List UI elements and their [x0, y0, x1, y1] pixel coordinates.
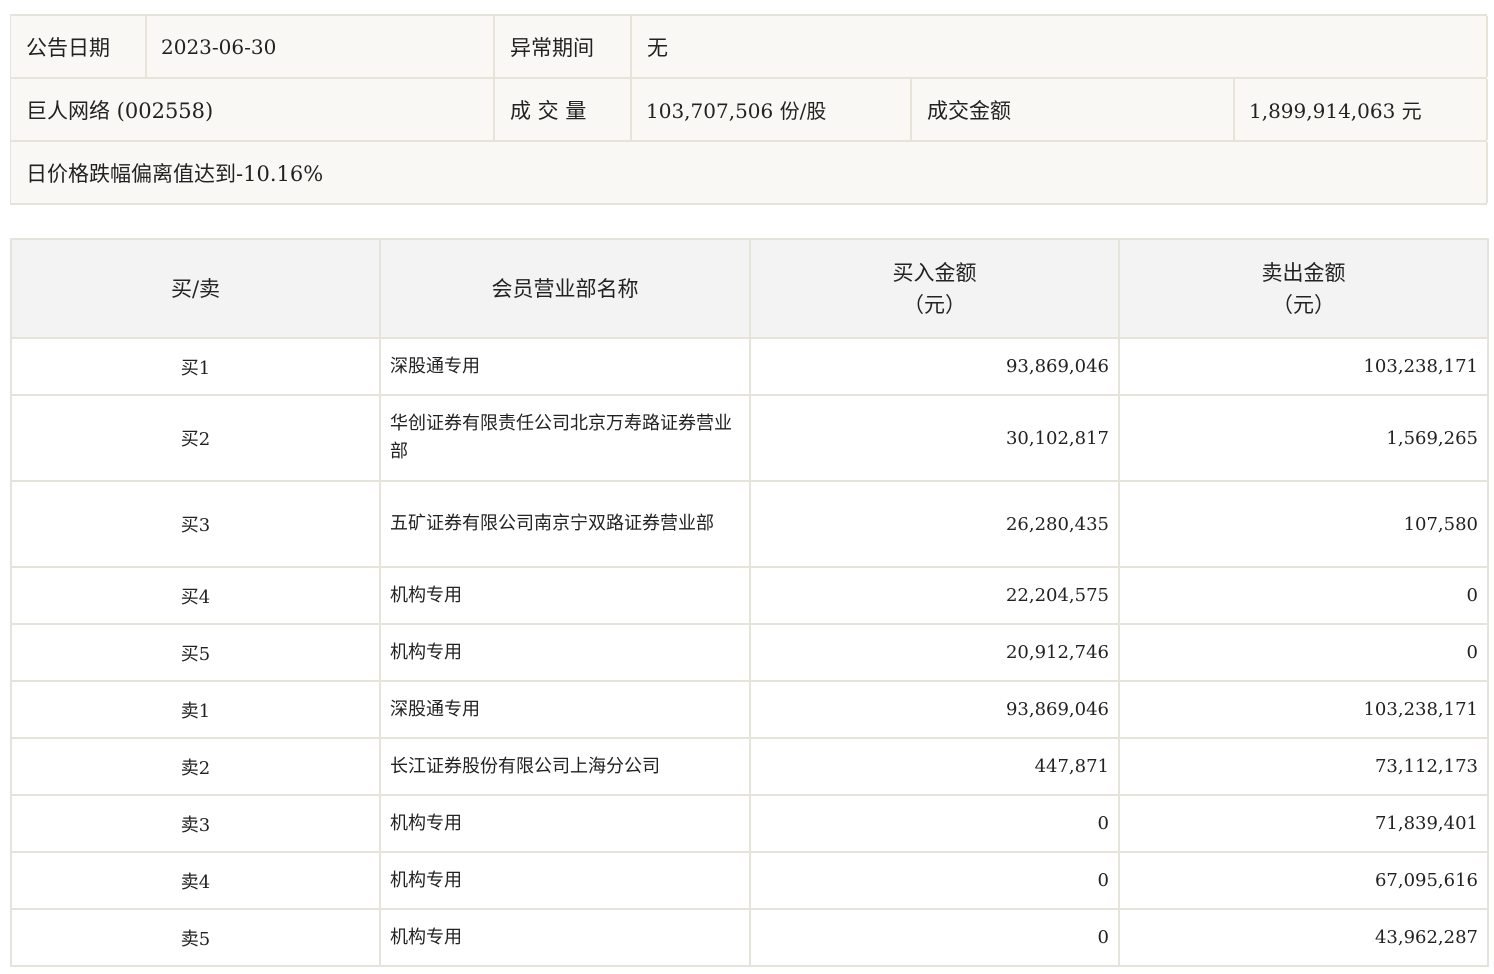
row-member-name: 机构专用: [379, 623, 751, 682]
row-buy-amount: 93,869,046: [749, 680, 1120, 739]
abnormal-period-label: 异常期间: [495, 16, 632, 77]
row-sell-amount: 73,112,173: [1118, 737, 1489, 796]
announce-date-value: 2023-06-30: [147, 16, 495, 77]
row-sell-amount: 107,580: [1118, 480, 1489, 568]
row-buy-amount: 22,204,575: [749, 566, 1120, 625]
row-member-name: 深股通专用: [379, 680, 751, 739]
table-row: 卖3 机构专用 0 71,839,401: [10, 794, 1489, 853]
row-side: 买2: [10, 394, 381, 482]
announce-date-label: 公告日期: [11, 16, 147, 77]
trading-detail-table: 买/卖 会员营业部名称 买入金额 （元） 卖出金额 （元） 买1 深股通专用 9…: [10, 238, 1489, 967]
row-buy-amount: 26,280,435: [749, 480, 1120, 568]
amount-value: 1,899,914,063 元: [1235, 79, 1488, 140]
row-buy-amount: 0: [749, 851, 1120, 910]
row-side: 卖2: [10, 737, 381, 796]
row-member-name: 机构专用: [379, 566, 751, 625]
row-side: 卖5: [10, 908, 381, 967]
row-side: 买1: [10, 337, 381, 396]
summary-row-date: 公告日期 2023-06-30 异常期间 无: [11, 16, 1488, 79]
row-buy-amount: 20,912,746: [749, 623, 1120, 682]
table-row: 买3 五矿证券有限公司南京宁双路证券营业部 26,280,435 107,580: [10, 480, 1489, 568]
row-sell-amount: 103,238,171: [1118, 680, 1489, 739]
row-buy-amount: 0: [749, 794, 1120, 853]
table-row: 买4 机构专用 22,204,575 0: [10, 566, 1489, 625]
row-side: 卖4: [10, 851, 381, 910]
row-sell-amount: 67,095,616: [1118, 851, 1489, 910]
table-row: 卖1 深股通专用 93,869,046 103,238,171: [10, 680, 1489, 739]
stock-name: 巨人网络 (002558): [11, 79, 495, 140]
row-member-name: 华创证券有限责任公司北京万寿路证券营业部: [379, 394, 751, 482]
row-member-name: 深股通专用: [379, 337, 751, 396]
summary-row-volume: 巨人网络 (002558) 成 交 量 103,707,506 份/股 成交金额…: [11, 79, 1488, 142]
reason-text: 日价格跌幅偏离值达到-10.16%: [11, 142, 1488, 203]
row-sell-amount: 1,569,265: [1118, 394, 1489, 482]
row-sell-amount: 0: [1118, 623, 1489, 682]
row-side: 买4: [10, 566, 381, 625]
row-member-name: 五矿证券有限公司南京宁双路证券营业部: [379, 480, 751, 568]
header-buy-unit: （元）: [903, 292, 966, 317]
row-side: 买5: [10, 623, 381, 682]
table-row: 卖4 机构专用 0 67,095,616: [10, 851, 1489, 910]
row-side: 卖3: [10, 794, 381, 853]
header-sell-amount: 卖出金额 （元）: [1118, 238, 1489, 339]
amount-label: 成交金额: [912, 79, 1235, 140]
header-member: 会员营业部名称: [379, 238, 751, 339]
abnormal-period-value: 无: [632, 16, 1488, 77]
row-buy-amount: 0: [749, 908, 1120, 967]
summary-row-reason: 日价格跌幅偏离值达到-10.16%: [11, 142, 1488, 205]
row-member-name: 长江证券股份有限公司上海分公司: [379, 737, 751, 796]
row-member-name: 机构专用: [379, 908, 751, 967]
volume-value: 103,707,506 份/股: [632, 79, 912, 140]
table-row: 买5 机构专用 20,912,746 0: [10, 623, 1489, 682]
row-member-name: 机构专用: [379, 851, 751, 910]
row-member-name: 机构专用: [379, 794, 751, 853]
row-buy-amount: 93,869,046: [749, 337, 1120, 396]
summary-table: 公告日期 2023-06-30 异常期间 无 巨人网络 (002558) 成 交…: [10, 14, 1488, 205]
table-row: 卖2 长江证券股份有限公司上海分公司 447,871 73,112,173: [10, 737, 1489, 796]
header-sell-unit: （元）: [1272, 292, 1335, 317]
header-side: 买/卖: [10, 238, 381, 339]
table-header-row: 买/卖 会员营业部名称 买入金额 （元） 卖出金额 （元）: [10, 238, 1489, 339]
header-buy-amount: 买入金额 （元）: [749, 238, 1120, 339]
row-sell-amount: 0: [1118, 566, 1489, 625]
row-sell-amount: 43,962,287: [1118, 908, 1489, 967]
header-buy-label: 买入金额: [892, 260, 977, 285]
table-row: 买1 深股通专用 93,869,046 103,238,171: [10, 337, 1489, 396]
row-side: 卖1: [10, 680, 381, 739]
header-sell-label: 卖出金额: [1261, 260, 1346, 285]
row-buy-amount: 447,871: [749, 737, 1120, 796]
row-side: 买3: [10, 480, 381, 568]
row-buy-amount: 30,102,817: [749, 394, 1120, 482]
row-sell-amount: 71,839,401: [1118, 794, 1489, 853]
table-row: 买2 华创证券有限责任公司北京万寿路证券营业部 30,102,817 1,569…: [10, 394, 1489, 482]
volume-label: 成 交 量: [495, 79, 632, 140]
table-row: 卖5 机构专用 0 43,962,287: [10, 908, 1489, 967]
row-sell-amount: 103,238,171: [1118, 337, 1489, 396]
